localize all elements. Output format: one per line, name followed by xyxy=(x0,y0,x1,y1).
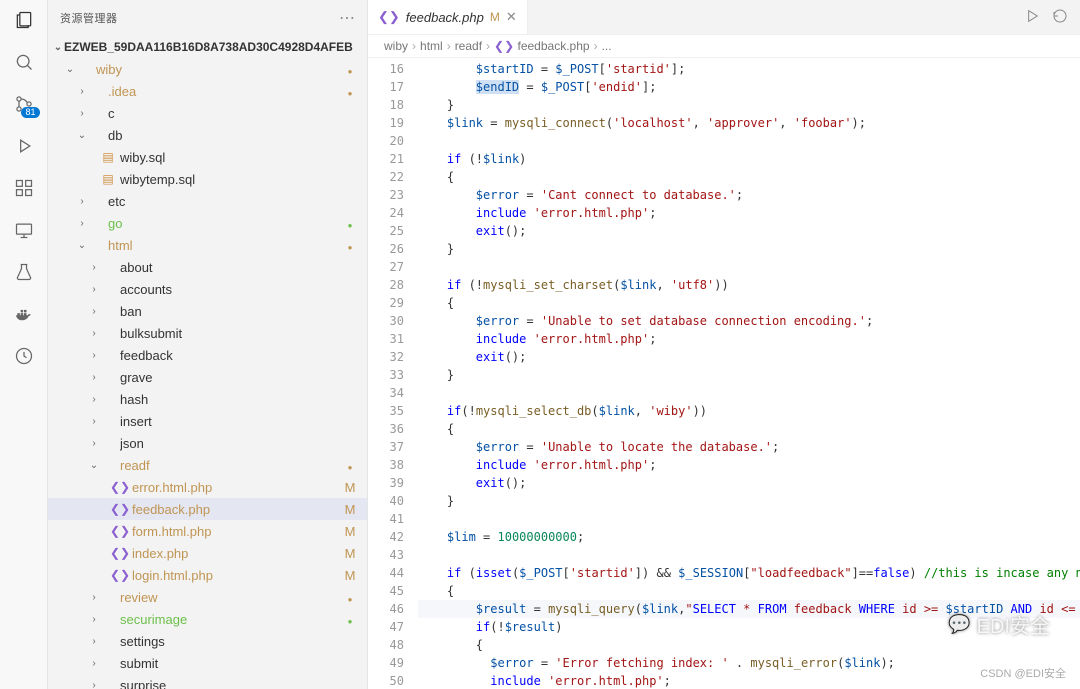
scm-badge: 81 xyxy=(21,107,39,118)
tab-label: feedback.php xyxy=(406,10,484,25)
activity-bar: 81 xyxy=(0,0,48,689)
tree-item[interactable]: ›insert xyxy=(48,410,367,432)
file-explorer[interactable]: ⌄ EZWEB_59DAA116B16D8A738AD30C4928D4AFEB… xyxy=(48,36,367,689)
run-icon[interactable] xyxy=(1024,8,1040,27)
tree-item[interactable]: ❮❯index.phpM xyxy=(48,542,367,564)
tree-item[interactable]: ⌄wiby xyxy=(48,58,367,80)
tree-item[interactable]: ›json xyxy=(48,432,367,454)
tree-item[interactable]: ›review xyxy=(48,586,367,608)
sidebar-title: 资源管理器 xyxy=(60,10,118,26)
editor: ❮❯ feedback.php M ✕ wiby›html›readf›❮❯ f… xyxy=(368,0,1080,689)
breadcrumb-segment[interactable]: readf xyxy=(455,39,482,53)
remote-icon[interactable] xyxy=(12,218,36,242)
tree-item[interactable]: ⌄db xyxy=(48,124,367,146)
tree-item[interactable]: ❮❯login.html.phpM xyxy=(48,564,367,586)
watermark: 💬 EDI安全 xyxy=(948,610,1050,639)
tree-item[interactable]: ›go xyxy=(48,212,367,234)
tab-modified-indicator: M xyxy=(490,10,500,24)
extensions-icon[interactable] xyxy=(12,176,36,200)
tree-item[interactable]: ›settings xyxy=(48,630,367,652)
tree-item[interactable]: ›surprise xyxy=(48,674,367,689)
footer-credit: CSDN @EDI安全 xyxy=(980,665,1066,681)
explorer-icon[interactable] xyxy=(12,8,36,32)
line-gutter: 1617181920212223242526272829303132333435… xyxy=(368,58,418,689)
tree-item[interactable]: ›feedback xyxy=(48,344,367,366)
source-control-icon[interactable]: 81 xyxy=(12,92,36,116)
timeline-icon[interactable] xyxy=(12,344,36,368)
breadcrumb-segment[interactable]: ❮❯ feedback.php xyxy=(494,39,590,53)
tree-item[interactable]: ›about xyxy=(48,256,367,278)
code-content[interactable]: $startID = $_POST['startid']; $endID = $… xyxy=(418,58,1080,689)
docker-icon[interactable] xyxy=(12,302,36,326)
tree-item[interactable]: ❮❯error.html.phpM xyxy=(48,476,367,498)
tree-item[interactable]: ›accounts xyxy=(48,278,367,300)
breadcrumb[interactable]: wiby›html›readf›❮❯ feedback.php›... xyxy=(368,35,1080,58)
tree-item[interactable]: ›grave xyxy=(48,366,367,388)
tree-item[interactable]: ›securimage xyxy=(48,608,367,630)
php-icon: ❮❯ xyxy=(378,9,400,25)
wechat-icon: 💬 xyxy=(948,614,970,635)
tree-item[interactable]: ›hash xyxy=(48,388,367,410)
breadcrumb-segment[interactable]: wiby xyxy=(384,39,408,53)
tree-item[interactable]: ❮❯form.html.phpM xyxy=(48,520,367,542)
tree-item[interactable]: ›submit xyxy=(48,652,367,674)
tree-item[interactable]: ▤wiby.sql xyxy=(48,146,367,168)
tab-feedback-php[interactable]: ❮❯ feedback.php M ✕ xyxy=(368,0,528,34)
root-folder[interactable]: ⌄ EZWEB_59DAA116B16D8A738AD30C4928D4AFEB xyxy=(48,36,367,58)
sidebar: 资源管理器 ⋯ ⌄ EZWEB_59DAA116B16D8A738AD30C49… xyxy=(48,0,368,689)
breadcrumb-segment[interactable]: ... xyxy=(602,39,612,53)
tree-item[interactable]: ❮❯feedback.phpM xyxy=(48,498,367,520)
tree-item[interactable]: ›.idea xyxy=(48,80,367,102)
breadcrumb-segment[interactable]: html xyxy=(420,39,443,53)
code-editor[interactable]: 1617181920212223242526272829303132333435… xyxy=(368,58,1080,689)
run-debug-icon[interactable] xyxy=(12,134,36,158)
history-icon[interactable] xyxy=(1052,8,1068,27)
tree-item[interactable]: ›c xyxy=(48,102,367,124)
more-icon[interactable]: ⋯ xyxy=(339,8,355,28)
close-icon[interactable]: ✕ xyxy=(506,9,517,25)
tree-item[interactable]: ›bulksubmit xyxy=(48,322,367,344)
tree-item[interactable]: ›ban xyxy=(48,300,367,322)
tree-item[interactable]: ⌄readf xyxy=(48,454,367,476)
tree-item[interactable]: ›etc xyxy=(48,190,367,212)
search-icon[interactable] xyxy=(12,50,36,74)
tree-item[interactable]: ▤wibytemp.sql xyxy=(48,168,367,190)
tree-item[interactable]: ⌄html xyxy=(48,234,367,256)
testing-icon[interactable] xyxy=(12,260,36,284)
tab-bar: ❮❯ feedback.php M ✕ xyxy=(368,0,1080,35)
